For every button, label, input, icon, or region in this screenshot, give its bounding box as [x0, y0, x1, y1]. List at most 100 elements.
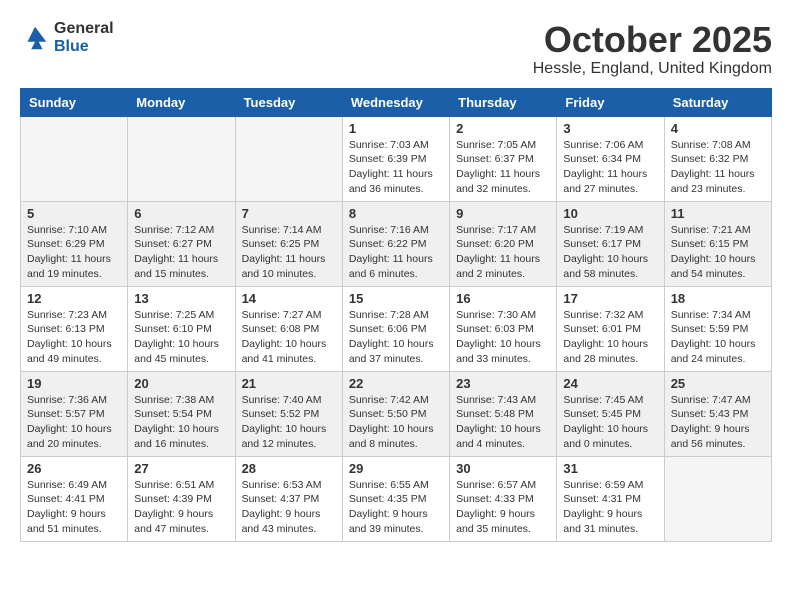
- day-info: Sunrise: 7:36 AM Sunset: 5:57 PM Dayligh…: [27, 393, 121, 452]
- day-number: 26: [27, 461, 121, 476]
- calendar-header-thursday: Thursday: [450, 88, 557, 116]
- calendar-week-5: 26 Sunrise: 6:49 AM Sunset: 4:41 PM Dayli…: [21, 456, 772, 541]
- calendar-day: 7Sunrise: 7:14 AM Sunset: 6:25 PM Daylig…: [235, 201, 342, 286]
- calendar-day: 17 Sunrise: 7:32 AM Sunset: 6:01 PM Dayli…: [557, 286, 664, 371]
- calendar-day: 29 Sunrise: 6:55 AM Sunset: 4:35 PM Dayli…: [342, 456, 449, 541]
- calendar-body: 1Sunrise: 7:03 AM Sunset: 6:39 PM Daylig…: [21, 116, 772, 541]
- day-number: 11: [671, 206, 765, 221]
- calendar-header-tuesday: Tuesday: [235, 88, 342, 116]
- calendar-week-2: 5 Sunrise: 7:10 AM Sunset: 6:29 PM Daylig…: [21, 201, 772, 286]
- day-number: 3: [563, 121, 657, 136]
- calendar-header-friday: Friday: [557, 88, 664, 116]
- day-info: Sunrise: 7:32 AM Sunset: 6:01 PM Dayligh…: [563, 308, 657, 367]
- logo-general-text: General: [54, 20, 114, 38]
- day-info: Sunrise: 7:03 AM Sunset: 6:39 PM Dayligh…: [349, 138, 443, 197]
- day-number: 4: [671, 121, 765, 136]
- calendar-day: 12 Sunrise: 7:23 AM Sunset: 6:13 PM Dayli…: [21, 286, 128, 371]
- day-info: Sunrise: 7:47 AM Sunset: 5:43 PM Dayligh…: [671, 393, 765, 452]
- logo-icon: [20, 23, 50, 53]
- calendar-header-saturday: Saturday: [664, 88, 771, 116]
- day-info: Sunrise: 7:12 AM Sunset: 6:27 PM Dayligh…: [134, 223, 228, 282]
- day-info: Sunrise: 6:57 AM Sunset: 4:33 PM Dayligh…: [456, 478, 550, 537]
- logo: General Blue: [20, 20, 114, 55]
- day-number: 22: [349, 376, 443, 391]
- calendar-day: 1Sunrise: 7:03 AM Sunset: 6:39 PM Daylig…: [342, 116, 449, 201]
- day-number: 18: [671, 291, 765, 306]
- day-info: Sunrise: 7:28 AM Sunset: 6:06 PM Dayligh…: [349, 308, 443, 367]
- day-info: Sunrise: 7:08 AM Sunset: 6:32 PM Dayligh…: [671, 138, 765, 197]
- day-number: 6: [134, 206, 228, 221]
- day-number: 12: [27, 291, 121, 306]
- day-info: Sunrise: 6:59 AM Sunset: 4:31 PM Dayligh…: [563, 478, 657, 537]
- calendar-day: 8 Sunrise: 7:16 AM Sunset: 6:22 PM Daylig…: [342, 201, 449, 286]
- day-info: Sunrise: 7:10 AM Sunset: 6:29 PM Dayligh…: [27, 223, 121, 282]
- month-title: October 2025: [533, 20, 772, 60]
- day-number: 19: [27, 376, 121, 391]
- day-number: 17: [563, 291, 657, 306]
- title-area: October 2025 Hessle, England, United Kin…: [533, 20, 772, 78]
- day-info: Sunrise: 7:21 AM Sunset: 6:15 PM Dayligh…: [671, 223, 765, 282]
- calendar-day: 31 Sunrise: 6:59 AM Sunset: 4:31 PM Dayli…: [557, 456, 664, 541]
- calendar-day: [21, 116, 128, 201]
- calendar-day: [235, 116, 342, 201]
- calendar-day: 27Sunrise: 6:51 AM Sunset: 4:39 PM Dayli…: [128, 456, 235, 541]
- day-info: Sunrise: 7:17 AM Sunset: 6:20 PM Dayligh…: [456, 223, 550, 282]
- calendar-week-4: 19 Sunrise: 7:36 AM Sunset: 5:57 PM Dayli…: [21, 371, 772, 456]
- calendar-day: 21Sunrise: 7:40 AM Sunset: 5:52 PM Dayli…: [235, 371, 342, 456]
- day-info: Sunrise: 6:55 AM Sunset: 4:35 PM Dayligh…: [349, 478, 443, 537]
- day-info: Sunrise: 7:05 AM Sunset: 6:37 PM Dayligh…: [456, 138, 550, 197]
- day-info: Sunrise: 7:06 AM Sunset: 6:34 PM Dayligh…: [563, 138, 657, 197]
- calendar-day: 16 Sunrise: 7:30 AM Sunset: 6:03 PM Dayli…: [450, 286, 557, 371]
- day-info: Sunrise: 7:14 AM Sunset: 6:25 PM Dayligh…: [242, 223, 336, 282]
- day-number: 21: [242, 376, 336, 391]
- location-text: Hessle, England, United Kingdom: [533, 60, 772, 78]
- day-number: 2: [456, 121, 550, 136]
- day-number: 9: [456, 206, 550, 221]
- day-number: 28: [242, 461, 336, 476]
- day-info: Sunrise: 7:16 AM Sunset: 6:22 PM Dayligh…: [349, 223, 443, 282]
- day-number: 5: [27, 206, 121, 221]
- day-number: 16: [456, 291, 550, 306]
- calendar-header-row: SundayMondayTuesdayWednesdayThursdayFrid…: [21, 88, 772, 116]
- calendar-day: 30 Sunrise: 6:57 AM Sunset: 4:33 PM Dayli…: [450, 456, 557, 541]
- calendar-day: 9 Sunrise: 7:17 AM Sunset: 6:20 PM Daylig…: [450, 201, 557, 286]
- day-number: 29: [349, 461, 443, 476]
- day-info: Sunrise: 6:51 AM Sunset: 4:39 PM Dayligh…: [134, 478, 228, 537]
- day-number: 8: [349, 206, 443, 221]
- calendar-day: 22 Sunrise: 7:42 AM Sunset: 5:50 PM Dayli…: [342, 371, 449, 456]
- day-info: Sunrise: 7:19 AM Sunset: 6:17 PM Dayligh…: [563, 223, 657, 282]
- day-info: Sunrise: 6:49 AM Sunset: 4:41 PM Dayligh…: [27, 478, 121, 537]
- day-number: 31: [563, 461, 657, 476]
- calendar-week-1: 1Sunrise: 7:03 AM Sunset: 6:39 PM Daylig…: [21, 116, 772, 201]
- day-info: Sunrise: 6:53 AM Sunset: 4:37 PM Dayligh…: [242, 478, 336, 537]
- calendar-day: 3 Sunrise: 7:06 AM Sunset: 6:34 PM Daylig…: [557, 116, 664, 201]
- day-number: 10: [563, 206, 657, 221]
- day-number: 23: [456, 376, 550, 391]
- calendar-table: SundayMondayTuesdayWednesdayThursdayFrid…: [20, 88, 772, 542]
- calendar-day: 28 Sunrise: 6:53 AM Sunset: 4:37 PM Dayli…: [235, 456, 342, 541]
- day-info: Sunrise: 7:30 AM Sunset: 6:03 PM Dayligh…: [456, 308, 550, 367]
- day-number: 24: [563, 376, 657, 391]
- calendar-header-sunday: Sunday: [21, 88, 128, 116]
- calendar-header-wednesday: Wednesday: [342, 88, 449, 116]
- calendar-day: 15 Sunrise: 7:28 AM Sunset: 6:06 PM Dayli…: [342, 286, 449, 371]
- day-number: 15: [349, 291, 443, 306]
- day-number: 20: [134, 376, 228, 391]
- day-info: Sunrise: 7:42 AM Sunset: 5:50 PM Dayligh…: [349, 393, 443, 452]
- calendar-day: 20 Sunrise: 7:38 AM Sunset: 5:54 PM Dayli…: [128, 371, 235, 456]
- calendar-day: 14Sunrise: 7:27 AM Sunset: 6:08 PM Dayli…: [235, 286, 342, 371]
- day-info: Sunrise: 7:27 AM Sunset: 6:08 PM Dayligh…: [242, 308, 336, 367]
- calendar-day: 5 Sunrise: 7:10 AM Sunset: 6:29 PM Daylig…: [21, 201, 128, 286]
- calendar-day: 2 Sunrise: 7:05 AM Sunset: 6:37 PM Daylig…: [450, 116, 557, 201]
- logo-blue-text: Blue: [54, 38, 114, 56]
- day-info: Sunrise: 7:23 AM Sunset: 6:13 PM Dayligh…: [27, 308, 121, 367]
- header: General Blue October 2025 Hessle, Englan…: [20, 20, 772, 78]
- calendar-day: 11 Sunrise: 7:21 AM Sunset: 6:15 PM Dayli…: [664, 201, 771, 286]
- day-number: 30: [456, 461, 550, 476]
- calendar-day: [664, 456, 771, 541]
- day-info: Sunrise: 7:38 AM Sunset: 5:54 PM Dayligh…: [134, 393, 228, 452]
- calendar-day: [128, 116, 235, 201]
- calendar-day: 19 Sunrise: 7:36 AM Sunset: 5:57 PM Dayli…: [21, 371, 128, 456]
- calendar-day: 6 Sunrise: 7:12 AM Sunset: 6:27 PM Daylig…: [128, 201, 235, 286]
- calendar-day: 23Sunrise: 7:43 AM Sunset: 5:48 PM Dayli…: [450, 371, 557, 456]
